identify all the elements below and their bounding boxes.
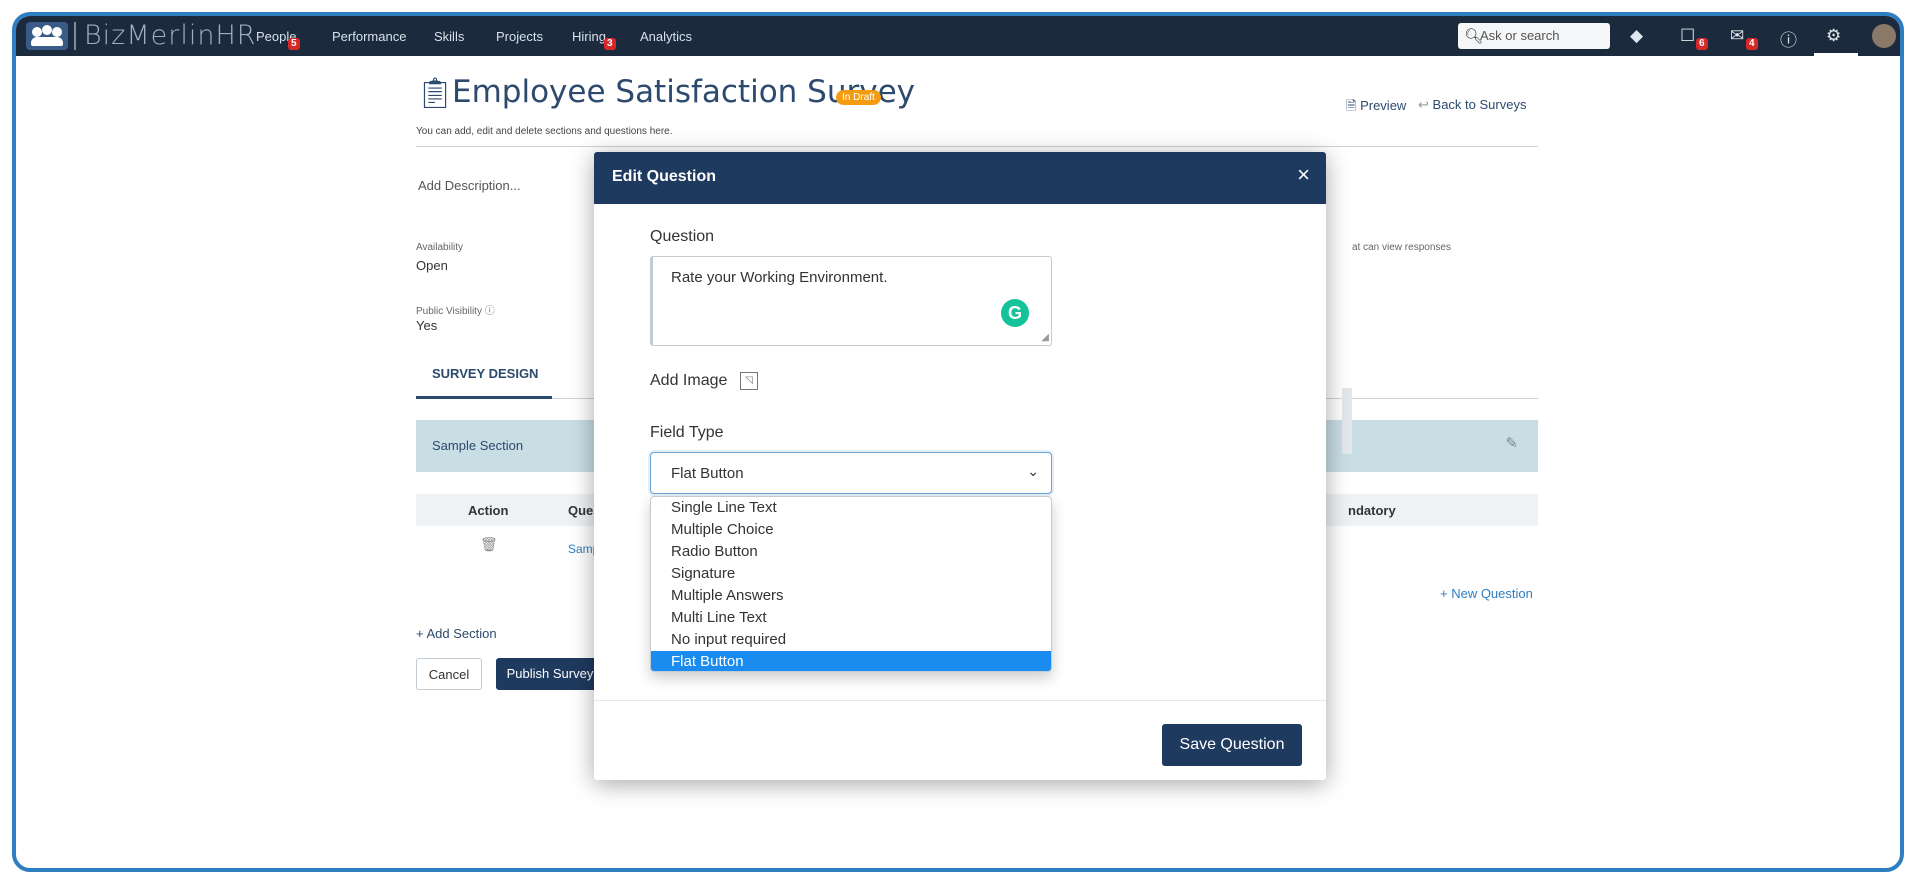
bell-icon[interactable]: ☐ [1680,26,1695,46]
back-label: Back to Surveys [1432,97,1527,112]
option-signature[interactable]: Signature [651,563,1051,585]
hiring-badge: 3 [604,38,616,50]
modal-footer-divider [594,700,1326,701]
close-icon[interactable]: × [1297,162,1310,188]
option-flat-button[interactable]: Flat Button [651,651,1051,671]
option-multi-line-text[interactable]: Multi Line Text [651,607,1051,629]
gear-icon[interactable]: ⚙ [1826,26,1841,46]
edit-question-modal: Edit Question × Question Rate your Worki… [594,152,1326,780]
option-multiple-choice[interactable]: Multiple Choice [651,519,1051,541]
logo-separator [74,22,76,50]
field-type-label: Field Type [650,424,724,441]
question-text: Rate your Working Environment. [671,269,888,286]
edit-icon[interactable]: ✎ [1505,434,1518,452]
save-question-button[interactable]: Save Question [1162,724,1302,766]
people-group-icon[interactable] [26,22,68,50]
nav-item-projects[interactable]: Projects [496,29,543,44]
public-visibility-label: Public Visibility ⓘ [416,302,495,317]
top-nav: BizMerlinHR People 5 Performance Skills … [16,16,1900,56]
search-box[interactable]: 🔍︎ Ask or search [1458,23,1610,49]
field-type-dropdown: Single Line Text Multiple Choice Radio B… [650,496,1052,672]
trash-icon[interactable]: 🗑︎ [480,536,498,553]
preview-label: Preview [1360,98,1407,113]
graduation-cap-icon[interactable]: ◆ [1630,26,1643,46]
new-question-link[interactable]: + New Question [1440,586,1533,601]
nav-item-performance[interactable]: Performance [332,29,406,44]
cancel-button[interactable]: Cancel [416,658,482,690]
header-mandatory: ndatory [1348,503,1396,518]
resize-handle-icon[interactable]: ◢ [1041,332,1049,343]
clipboard-icon: 📋︎ [416,77,455,110]
mail-icon[interactable]: ✉ [1730,26,1744,46]
add-description-field[interactable]: Add Description... [418,178,521,193]
field-type-selected: Flat Button [671,465,744,482]
tab-survey-design[interactable]: SURVEY DESIGN [432,366,538,381]
image-icon[interactable]: ◹ [740,372,758,390]
option-label: Multi Line Text [671,609,767,626]
modal-header: Edit Question × [594,152,1326,204]
help-icon[interactable]: ⓘ [1780,26,1797,51]
option-label: Single Line Text [671,499,777,516]
option-label: Multiple Choice [671,521,774,538]
page-subtitle: You can add, edit and delete sections an… [416,126,673,137]
option-label: Radio Button [671,543,758,560]
preview-link[interactable]: 🗎︎ Preview [1346,97,1406,119]
section-name: Sample Section [432,438,524,453]
public-visibility-text: Public Visibility [416,306,482,317]
divider [416,146,1538,147]
app-logo[interactable]: BizMerlinHR [84,20,257,51]
background-panel-edge [1342,388,1352,454]
nav-item-analytics[interactable]: Analytics [640,29,692,44]
add-image-label[interactable]: Add Image [650,372,727,390]
app-window: BizMerlinHR People 5 Performance Skills … [12,12,1904,872]
option-label: Flat Button [671,653,744,670]
option-label: Multiple Answers [671,587,784,604]
availability-value: Open [416,258,448,273]
availability-label: Availability [416,242,464,253]
field-type-select[interactable]: Flat Button ⌄ [650,452,1052,494]
modal-title: Edit Question [612,168,716,185]
avatar[interactable] [1872,24,1896,48]
tab-active-indicator [416,396,552,399]
notifications-badge: 6 [1696,38,1708,50]
option-multiple-answers[interactable]: Multiple Answers [651,585,1051,607]
publish-survey-button[interactable]: Publish Survey [496,658,604,690]
settings-active-indicator [1814,53,1858,56]
option-radio-button[interactable]: Radio Button [651,541,1051,563]
people-badge: 5 [288,38,300,50]
status-badge: In Draft [836,90,881,105]
question-textarea[interactable]: Rate your Working Environment. G ◢ [650,256,1052,346]
add-section-link[interactable]: + Add Section [416,626,497,641]
option-label: No input required [671,631,787,648]
nav-item-hiring[interactable]: Hiring [572,29,606,44]
back-to-surveys-link[interactable]: ↩ Back to Surveys [1418,97,1526,113]
option-no-input-required[interactable]: No input required [651,629,1051,651]
info-icon: ⓘ [484,306,495,317]
chevron-down-icon: ⌄ [1027,463,1039,479]
nav-item-skills[interactable]: Skills [434,29,464,44]
question-label: Question [650,228,715,245]
view-responses-label: at can view responses [1352,242,1451,253]
option-single-line-text[interactable]: Single Line Text [651,497,1051,519]
header-action: Action [468,503,509,518]
messages-badge: 4 [1746,38,1758,50]
grammarly-icon[interactable]: G [1001,299,1029,327]
option-label: Signature [671,565,736,582]
public-visibility-value: Yes [416,318,438,333]
search-input[interactable]: Ask or search [1480,28,1559,43]
